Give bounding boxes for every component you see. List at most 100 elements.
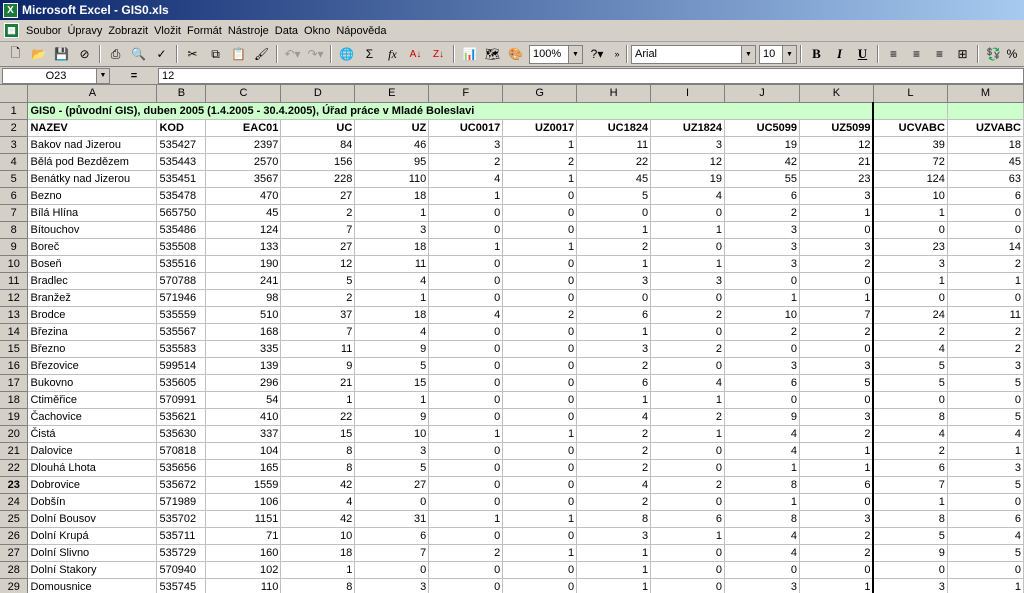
cell[interactable]: 0 bbox=[799, 221, 875, 239]
format-painter-icon[interactable]: 🖌 bbox=[250, 43, 273, 65]
cell[interactable]: 410 bbox=[205, 408, 282, 426]
column-header-c[interactable]: C bbox=[205, 85, 282, 103]
align-right-icon[interactable]: ≡ bbox=[928, 43, 951, 65]
column-header-m[interactable]: M bbox=[947, 85, 1024, 103]
cell[interactable]: 535702 bbox=[156, 510, 207, 528]
menu-soubor[interactable]: Soubor bbox=[23, 25, 64, 37]
row-header[interactable]: 27 bbox=[0, 544, 29, 562]
copy-icon[interactable]: ⧉ bbox=[204, 43, 227, 65]
menu-napoveda[interactable]: Nápověda bbox=[333, 25, 389, 37]
cell[interactable]: 1 bbox=[428, 238, 504, 256]
cell[interactable]: 2 bbox=[947, 323, 1024, 341]
cell[interactable]: 535605 bbox=[156, 374, 207, 392]
cell[interactable]: 4 bbox=[724, 527, 800, 545]
cell[interactable]: 190 bbox=[205, 255, 282, 273]
paste-icon[interactable]: 📋 bbox=[227, 43, 250, 65]
cell[interactable]: 1 bbox=[947, 272, 1024, 290]
sort-descending-icon[interactable]: Z↓ bbox=[427, 43, 450, 65]
cell[interactable]: 3 bbox=[873, 578, 948, 593]
row-header[interactable]: 5 bbox=[0, 170, 29, 188]
cell[interactable]: 535427 bbox=[156, 136, 207, 154]
cell[interactable]: 0 bbox=[428, 493, 504, 511]
header-cell[interactable]: UCVABC bbox=[873, 119, 948, 137]
cell[interactable]: 11 bbox=[354, 255, 430, 273]
row-header[interactable]: 16 bbox=[0, 357, 29, 375]
cell[interactable]: Dolní Bousov bbox=[27, 510, 158, 528]
font-select[interactable]: Arial ▼ bbox=[631, 44, 756, 64]
cell[interactable]: 2 bbox=[428, 544, 504, 562]
cell[interactable]: 570818 bbox=[156, 442, 207, 460]
cell[interactable]: 10 bbox=[354, 425, 430, 443]
cell[interactable]: 335 bbox=[205, 340, 282, 358]
row-header[interactable]: 9 bbox=[0, 238, 29, 256]
column-header-d[interactable]: D bbox=[280, 85, 356, 103]
cell[interactable]: 0 bbox=[650, 357, 726, 375]
header-cell[interactable]: KOD bbox=[156, 119, 207, 137]
cell[interactable]: 1 bbox=[280, 391, 356, 409]
cell[interactable]: 2 bbox=[873, 442, 948, 460]
cell[interactable]: 0 bbox=[650, 544, 726, 562]
cell[interactable]: 0 bbox=[650, 459, 726, 477]
cell[interactable]: 2397 bbox=[205, 136, 282, 154]
toolbar-options-icon[interactable]: » bbox=[611, 43, 623, 65]
cell[interactable]: 18 bbox=[354, 306, 430, 324]
cell[interactable]: 7 bbox=[280, 323, 356, 341]
cell[interactable]: 5 bbox=[354, 459, 430, 477]
cell[interactable]: 11 bbox=[947, 306, 1024, 324]
row-header[interactable]: 13 bbox=[0, 306, 29, 324]
cell[interactable]: 0 bbox=[428, 289, 504, 307]
cell[interactable]: 2 bbox=[576, 357, 652, 375]
cell[interactable]: 21 bbox=[799, 153, 875, 171]
cell[interactable]: 1 bbox=[428, 510, 504, 528]
italic-button[interactable]: I bbox=[828, 43, 851, 65]
cell[interactable]: 0 bbox=[428, 527, 504, 545]
cell[interactable]: 19 bbox=[650, 170, 726, 188]
cell[interactable]: Ctiměřice bbox=[27, 391, 158, 409]
column-header-l[interactable]: L bbox=[873, 85, 948, 103]
header-cell[interactable]: EAC01 bbox=[205, 119, 282, 137]
cell[interactable]: 510 bbox=[205, 306, 282, 324]
cell[interactable]: 5 bbox=[947, 374, 1024, 392]
header-cell[interactable]: UC5099 bbox=[724, 119, 800, 137]
new-file-icon[interactable]: 🗋 bbox=[4, 43, 27, 65]
cell[interactable]: 0 bbox=[502, 476, 578, 494]
cell[interactable]: 12 bbox=[280, 255, 356, 273]
cell[interactable]: Dobšín bbox=[27, 493, 158, 511]
cell[interactable]: 0 bbox=[428, 408, 504, 426]
cell[interactable]: 535656 bbox=[156, 459, 207, 477]
cell[interactable]: 1 bbox=[799, 578, 875, 593]
cell[interactable]: 3 bbox=[947, 459, 1024, 477]
row-header[interactable]: 1 bbox=[0, 102, 29, 120]
cell[interactable]: 0 bbox=[650, 561, 726, 579]
cell[interactable]: 7 bbox=[354, 544, 430, 562]
row-header[interactable]: 17 bbox=[0, 374, 29, 392]
cell[interactable]: 0 bbox=[428, 374, 504, 392]
cell[interactable]: 71 bbox=[205, 527, 282, 545]
cell[interactable]: Boreč bbox=[27, 238, 158, 256]
row-header[interactable]: 20 bbox=[0, 425, 29, 443]
cell[interactable]: 18 bbox=[354, 187, 430, 205]
cell[interactable]: 5 bbox=[947, 476, 1024, 494]
chart-wizard-icon[interactable]: 📊 bbox=[458, 43, 481, 65]
cell[interactable]: 2 bbox=[799, 255, 875, 273]
cell[interactable]: 2 bbox=[428, 153, 504, 171]
cell[interactable]: 0 bbox=[650, 204, 726, 222]
cell[interactable]: 0 bbox=[650, 238, 726, 256]
cell[interactable]: 0 bbox=[428, 272, 504, 290]
cell[interactable]: 110 bbox=[205, 578, 282, 593]
cell[interactable]: 3567 bbox=[205, 170, 282, 188]
cell[interactable]: 0 bbox=[502, 340, 578, 358]
spelling-icon[interactable]: ✓ bbox=[150, 43, 173, 65]
cell[interactable]: 6 bbox=[947, 510, 1024, 528]
cell[interactable] bbox=[947, 102, 1024, 120]
cell[interactable]: 571946 bbox=[156, 289, 207, 307]
cell[interactable]: 72 bbox=[873, 153, 948, 171]
cell[interactable]: 95 bbox=[354, 153, 430, 171]
column-header-e[interactable]: E bbox=[354, 85, 430, 103]
cell[interactable]: 1 bbox=[576, 578, 652, 593]
formula-input[interactable]: 12 bbox=[158, 67, 1024, 84]
cell[interactable]: 1 bbox=[724, 459, 800, 477]
cell[interactable]: Březina bbox=[27, 323, 158, 341]
cell[interactable]: 535567 bbox=[156, 323, 207, 341]
cell[interactable]: 0 bbox=[502, 561, 578, 579]
